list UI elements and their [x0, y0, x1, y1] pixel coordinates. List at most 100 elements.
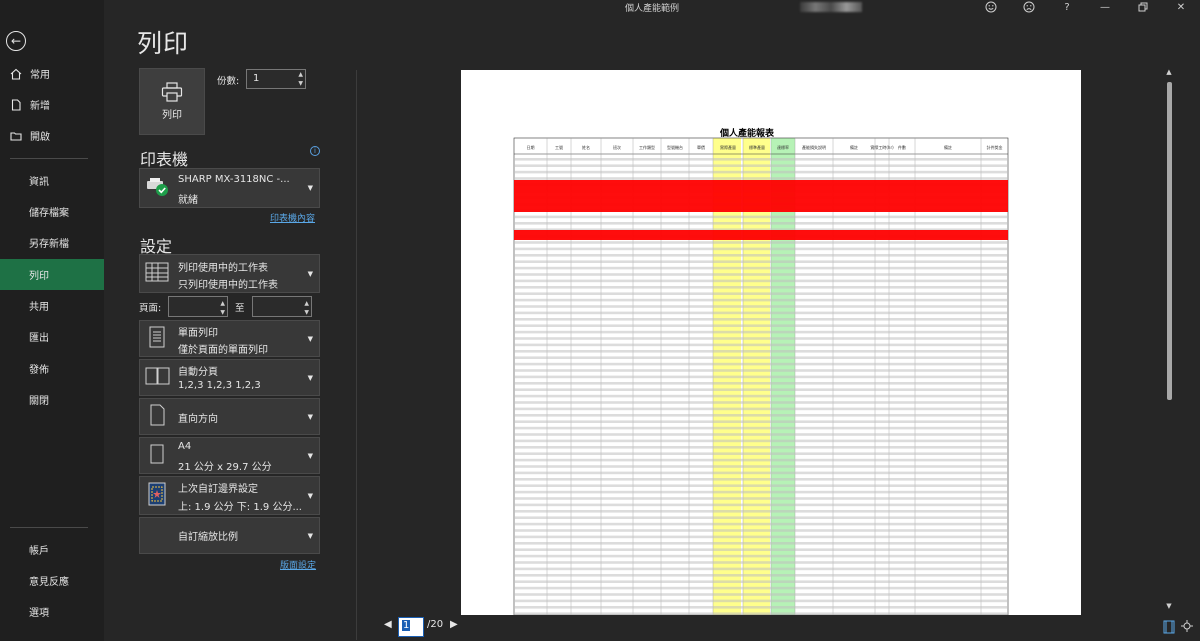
pages-to-label: 至	[235, 303, 245, 314]
table-row	[514, 606, 1008, 609]
nav-item-label: 帳戶	[29, 546, 49, 557]
header-label: 班次	[613, 144, 621, 150]
new-file-icon	[10, 98, 22, 111]
table-row	[514, 266, 1008, 270]
table-row	[514, 586, 1008, 590]
setting-line2: 僅於頁面的單面列印	[178, 345, 268, 356]
table-row	[514, 324, 1008, 327]
table-row	[514, 356, 1008, 359]
close-icon[interactable]: ✕	[1162, 0, 1200, 14]
nav-item-info[interactable]: 資訊	[0, 165, 104, 196]
folder-icon	[10, 130, 22, 142]
nav-item-label: 開啟	[30, 132, 50, 143]
setting-paper-size[interactable]: A4 21 公分 x 29.7 公分 ▼	[139, 437, 320, 474]
pages-from-input[interactable]: ▲ ▼	[168, 296, 228, 317]
printer-select[interactable]: SHARP MX-3118NC -... 就緒 ▼	[139, 168, 320, 208]
nav-item-feedback[interactable]: 意見反應	[0, 565, 104, 596]
pages-to-input[interactable]: ▲ ▼	[252, 296, 312, 317]
header-label: 計件獎金	[987, 144, 1003, 150]
setting-scaling[interactable]: 自訂縮放比例 ▼	[139, 517, 320, 554]
table-row	[514, 599, 1008, 603]
setting-margins[interactable]: 上次自訂邊界設定 上: 1.9 公分 下: 1.9 公分... ▼	[139, 476, 320, 515]
chevron-down-icon: ▼	[307, 491, 313, 500]
restore-icon[interactable]	[1124, 0, 1162, 14]
smiley-icon[interactable]	[972, 0, 1010, 14]
table-row	[514, 343, 1008, 347]
account-avatar[interactable]	[800, 2, 862, 12]
minimize-icon[interactable]: —	[1086, 0, 1124, 14]
table-row	[514, 369, 1008, 372]
setting-print-what[interactable]: 列印使用中的工作表 只列印使用中的工作表 ▼	[139, 254, 320, 293]
next-page-icon[interactable]: ▶	[450, 619, 458, 630]
setting-collate[interactable]: 自動分頁 1,2,3 1,2,3 1,2,3 ▼	[139, 359, 320, 396]
copies-value: 1	[253, 73, 260, 84]
table-row	[514, 535, 1008, 539]
table-row	[514, 375, 1008, 379]
chevron-down-icon: ▼	[307, 184, 313, 192]
table-row	[514, 286, 1008, 289]
preview-scrollbar[interactable]: ▲ ▼	[1164, 68, 1174, 613]
nav-item-share[interactable]: 共用	[0, 290, 104, 321]
table-row	[514, 273, 1008, 276]
table-row	[514, 529, 1008, 532]
frown-icon[interactable]	[1010, 0, 1048, 14]
setting-sides[interactable]: 單面列印 僅於頁面的單面列印 ▼	[139, 320, 320, 357]
header-label: 實際產量	[720, 144, 736, 150]
nav-item-publish[interactable]: 發佈	[0, 353, 104, 384]
print-button[interactable]: 列印	[139, 68, 205, 135]
header-label: 單價	[697, 144, 705, 150]
table-row	[514, 279, 1008, 283]
back-arrow-icon[interactable]: ←	[6, 31, 26, 51]
pages-from-spinner[interactable]: ▲ ▼	[220, 299, 225, 317]
nav-item-account[interactable]: 帳戶	[0, 534, 104, 565]
window-controls: ? — ✕	[972, 0, 1200, 14]
copies-label: 份數:	[217, 76, 240, 87]
header-labels: 日期 工號 姓名 班次 工作類型 型號機台 單價 實際產量 標準產量 達標率 產能損失說明 備註 實際工…	[527, 144, 1003, 150]
zoom-to-page-icon[interactable]	[1181, 620, 1193, 635]
copies-spinner[interactable]: ▲ ▼	[298, 70, 303, 88]
table-row	[514, 382, 1008, 385]
page-setup-link[interactable]: 版面設定	[280, 558, 316, 571]
table-row	[514, 388, 1008, 391]
setting-line1: 自訂縮放比例	[178, 532, 238, 543]
printer-icon	[161, 82, 183, 102]
copies-input[interactable]: 1 ▲ ▼	[246, 69, 306, 89]
nav-item-save-as[interactable]: 另存新檔	[0, 227, 104, 258]
table-row	[514, 330, 1008, 334]
chevron-down-icon: ▼	[307, 373, 313, 382]
show-margins-icon[interactable]	[1163, 620, 1175, 637]
scroll-thumb[interactable]	[1167, 82, 1172, 400]
setting-line1: 單面列印	[178, 328, 218, 339]
nav-item-export[interactable]: 匯出	[0, 321, 104, 352]
highlight-row-red	[514, 230, 1008, 240]
table-row	[514, 298, 1008, 302]
header-label: 備註	[850, 144, 858, 150]
scroll-down-icon[interactable]: ▼	[1164, 602, 1174, 610]
chevron-down-icon: ▼	[307, 451, 313, 460]
current-page-input[interactable]: 1	[398, 617, 424, 637]
highlight-row-red	[514, 180, 1008, 212]
setting-orientation[interactable]: 直向方向 ▼	[139, 398, 320, 435]
nav-item-save[interactable]: 儲存檔案	[0, 196, 104, 227]
help-icon[interactable]: ?	[1048, 0, 1086, 14]
nav-item-open[interactable]: 開啟	[0, 120, 104, 151]
pages-to-spinner[interactable]: ▲ ▼	[304, 299, 309, 317]
printer-ready-icon	[145, 175, 171, 201]
info-icon[interactable]: i	[310, 146, 320, 156]
scroll-up-icon[interactable]: ▲	[1164, 68, 1174, 76]
nav-item-close[interactable]: 關閉	[0, 384, 104, 415]
nav-item-options[interactable]: 選項	[0, 596, 104, 627]
prev-page-icon[interactable]: ◀	[384, 619, 392, 630]
nav-item-home[interactable]: 常用	[0, 58, 104, 89]
chevron-down-icon: ▼	[307, 412, 313, 421]
header-label: 日期	[527, 144, 535, 150]
table-row	[514, 522, 1008, 526]
table-row	[514, 158, 1008, 161]
table-row	[514, 612, 1008, 615]
table-row	[514, 516, 1008, 519]
printer-properties-link[interactable]: 印表機內容	[270, 211, 315, 224]
nav-item-print[interactable]: 列印	[0, 259, 104, 290]
table-row	[514, 446, 1008, 449]
nav-item-new[interactable]: 新增	[0, 89, 104, 120]
setting-line2: 只列印使用中的工作表	[178, 280, 278, 291]
